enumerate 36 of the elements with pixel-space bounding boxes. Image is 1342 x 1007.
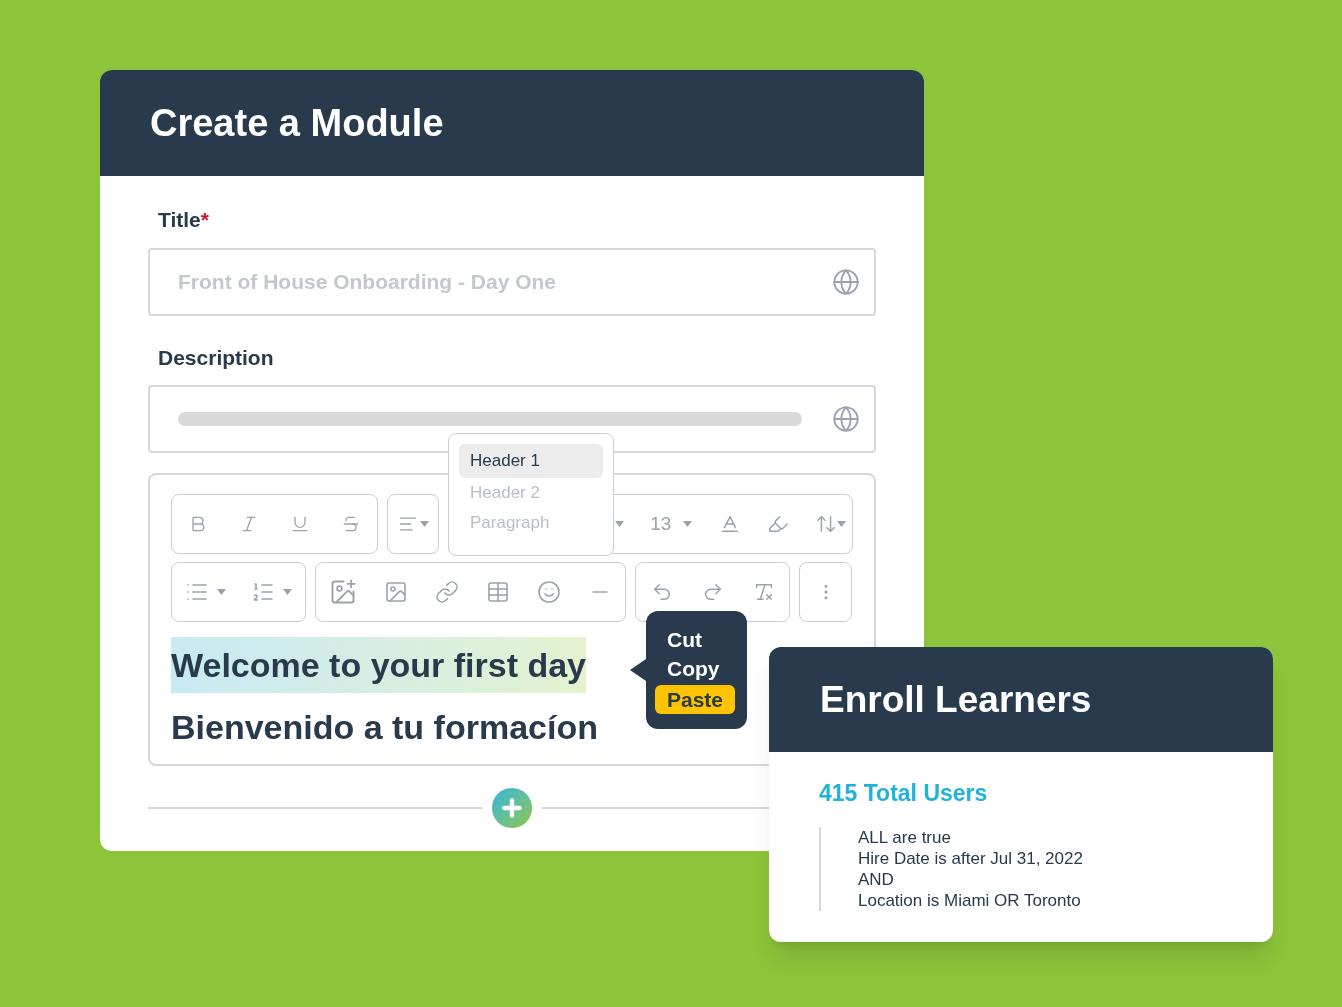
table-icon[interactable] bbox=[485, 580, 510, 604]
caret-icon[interactable] bbox=[836, 521, 846, 527]
add-button[interactable] bbox=[492, 788, 532, 828]
image-icon[interactable] bbox=[384, 580, 409, 604]
total-users: 415 Total Users bbox=[819, 779, 989, 808]
required-mark: * bbox=[200, 207, 209, 233]
caret-icon[interactable] bbox=[216, 589, 226, 595]
caret-icon[interactable] bbox=[419, 521, 429, 527]
field-label: Description bbox=[158, 344, 274, 371]
globe-icon[interactable] bbox=[832, 267, 860, 296]
context-menu-item[interactable]: Cut bbox=[655, 625, 714, 654]
title-field[interactable]: Front of House Onboarding - Day One bbox=[148, 247, 876, 316]
context-menu-item[interactable]: Copy bbox=[655, 654, 732, 683]
format-option[interactable]: Header 1 bbox=[459, 444, 603, 478]
globe-icon[interactable] bbox=[832, 405, 860, 433]
plus-icon bbox=[499, 795, 525, 821]
rule-text: Hire Date is after Jul 31, 2022 bbox=[858, 847, 1084, 869]
context-menu-item[interactable]: Paste bbox=[655, 685, 736, 714]
editor-text: Bienvenido a tu formacíon bbox=[171, 707, 598, 748]
rule-text: ALL are true bbox=[858, 826, 952, 848]
caret-icon[interactable] bbox=[283, 589, 293, 595]
card-title: Enroll Learners bbox=[820, 677, 1092, 722]
link-icon[interactable] bbox=[435, 580, 460, 604]
numbered-list-icon[interactable] bbox=[251, 580, 276, 604]
highlighter-icon[interactable] bbox=[766, 513, 789, 535]
emoji-icon[interactable] bbox=[536, 580, 561, 604]
editor-text: Welcome to your first day bbox=[171, 637, 587, 693]
add-image-icon[interactable] bbox=[329, 578, 358, 606]
caret-icon[interactable] bbox=[683, 521, 693, 527]
caret-icon[interactable] bbox=[615, 521, 624, 527]
rule-text: Location is Miami OR Toronto bbox=[858, 889, 1082, 911]
rule-text: AND bbox=[858, 868, 895, 890]
line-height-icon[interactable] bbox=[814, 513, 837, 535]
field-label: Title bbox=[158, 207, 201, 233]
card-title: Create a Module bbox=[150, 100, 444, 146]
description-field[interactable] bbox=[148, 385, 876, 453]
